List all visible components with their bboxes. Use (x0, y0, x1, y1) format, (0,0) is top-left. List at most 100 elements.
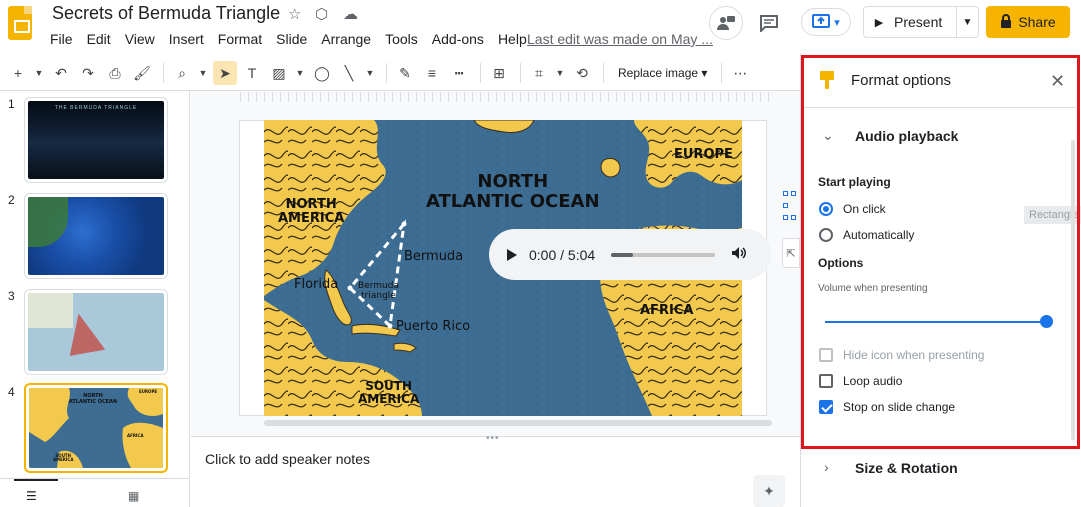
border-dash-icon[interactable]: ┅ (447, 61, 471, 85)
present-to-meeting-button[interactable]: ▾ (801, 8, 851, 36)
new-slide-icon[interactable]: + (6, 61, 30, 85)
cloud-status-icon[interactable]: ☁ (343, 5, 358, 23)
menu-file[interactable]: File (50, 31, 73, 47)
menu-slide[interactable]: Slide (276, 31, 307, 47)
thumb-image (28, 293, 164, 371)
grid-view-icon[interactable]: ▦ (128, 489, 139, 503)
slides-logo-icon[interactable] (8, 6, 32, 40)
slide-thumbnail-1[interactable]: THE BERMUDA TRIANGLE (24, 97, 168, 183)
chevron-right-icon[interactable]: › (824, 459, 829, 475)
line-icon[interactable]: ╲ (337, 61, 361, 85)
size-rotation-section[interactable]: Size & Rotation (855, 460, 958, 476)
print-icon[interactable]: ⎙ (103, 61, 127, 85)
zoom-dropdown-icon[interactable]: ▼ (197, 61, 209, 85)
shape-icon[interactable]: ◯ (310, 61, 334, 85)
add-comment-icon[interactable]: ⊞ (487, 61, 511, 85)
chevron-down-icon: ▾ (834, 16, 840, 29)
slide-thumbnail-2[interactable] (24, 193, 168, 279)
select-cursor-icon[interactable]: ➤ (213, 61, 237, 85)
label-africa: AFRICA (640, 303, 694, 318)
new-slide-dropdown-icon[interactable]: ▼ (33, 61, 45, 85)
label-south-america: SOUTH AMERICA (358, 379, 420, 407)
upload-icon (812, 13, 831, 31)
resize-handle[interactable] (791, 191, 796, 196)
replace-image-button[interactable]: Replace image ▾ (618, 66, 707, 80)
speaker-notes[interactable]: Click to add speaker notes (205, 451, 370, 467)
more-options-icon[interactable]: ⋯ (728, 61, 752, 85)
last-edit-link[interactable]: Last edit was made on May ... (527, 31, 713, 47)
thumb-label-south-america: SOUTH AMERICA (53, 453, 74, 463)
star-icon[interactable]: ☆ (288, 5, 301, 23)
crop-icon[interactable]: ⌗ (527, 61, 551, 85)
share-label: Share (1018, 14, 1056, 30)
filmstrip-view-icon[interactable]: ☰ (26, 489, 37, 503)
label-europe: EUROPE (674, 147, 733, 162)
selection-handles[interactable] (783, 191, 799, 223)
resize-handle[interactable] (783, 203, 788, 208)
open-in-new-icon[interactable]: ⇱ (782, 238, 800, 268)
insert-image-icon[interactable]: ▨ (267, 61, 291, 85)
highlight-box (801, 55, 1080, 449)
present-dropdown-icon[interactable]: ▼ (956, 7, 978, 37)
document-title[interactable]: Secrets of Bermuda Triangle (52, 3, 280, 24)
filmstrip-view-bar: ☰ ▦ (0, 478, 190, 507)
meet-icon[interactable] (709, 6, 743, 40)
resize-handle[interactable] (783, 191, 788, 196)
present-icon: ▶ (874, 16, 884, 29)
crop-dropdown-icon[interactable]: ▼ (554, 61, 566, 85)
toolbar-divider (480, 63, 481, 83)
resize-handle[interactable] (783, 215, 788, 220)
border-weight-icon[interactable]: ≡ (420, 61, 444, 85)
menu-edit[interactable]: Edit (87, 31, 111, 47)
lock-icon (1000, 13, 1012, 31)
image-dropdown-icon[interactable]: ▼ (294, 61, 306, 85)
present-button[interactable]: ▶ Present ▼ (863, 6, 979, 38)
audio-progress-bar[interactable] (611, 252, 716, 257)
share-button[interactable]: Share (986, 6, 1070, 38)
grid-view-indicator (14, 479, 58, 481)
slide-number: 1 (8, 97, 15, 111)
audio-player[interactable]: 0:00 / 5:04 (489, 229, 771, 280)
menu-insert[interactable]: Insert (169, 31, 204, 47)
menu-format[interactable]: Format (218, 31, 262, 47)
slide-number: 4 (8, 385, 15, 399)
undo-icon[interactable]: ↶ (49, 61, 73, 85)
text-box-icon[interactable]: T (240, 61, 264, 85)
play-icon[interactable] (507, 248, 517, 261)
slide-thumbnail-3[interactable] (24, 289, 168, 375)
border-color-icon[interactable]: ✎ (393, 61, 417, 85)
toolbar-divider (603, 63, 604, 83)
label-north-atlantic-ocean: NORTH ATLANTIC OCEAN (426, 171, 600, 212)
paint-format-icon[interactable]: 🖌 (130, 61, 154, 85)
resize-handle[interactable] (791, 215, 796, 220)
drag-handle-icon[interactable]: ••• (486, 433, 500, 444)
menu-tools[interactable]: Tools (385, 31, 418, 47)
present-label: Present (894, 14, 943, 30)
thumb-caption: THE BERMUDA TRIANGLE (54, 105, 138, 111)
menu-help[interactable]: Help (498, 31, 527, 47)
toolbar: + ▼ ↶ ↷ ⎙ 🖌 ⌕ ▼ ➤ T ▨ ▼ ◯ ╲ ▼ ✎ ≡ ┅ ⊞ ⌗ … (0, 57, 800, 89)
thumb-label-africa: AFRICA (127, 433, 144, 438)
audio-time: 0:00 / 5:04 (529, 246, 596, 263)
horizontal-scrollbar[interactable] (264, 420, 772, 426)
label-florida: Florida (294, 277, 339, 292)
thumb-image (28, 197, 164, 275)
toolbar-divider (386, 63, 387, 83)
horizontal-ruler (240, 92, 770, 102)
volume-icon[interactable] (731, 246, 747, 264)
thumb-image: THE BERMUDA TRIANGLE (28, 101, 164, 179)
slide-thumbnail-4[interactable]: NORTH ATLANTIC OCEAN EUROPE AFRICA SOUTH… (24, 383, 168, 473)
zoom-icon[interactable]: ⌕ (170, 61, 194, 85)
comments-icon[interactable] (756, 10, 782, 36)
menu-view[interactable]: View (125, 31, 155, 47)
thumb-label-ocean: NORTH ATLANTIC OCEAN (68, 393, 118, 405)
toolbar-divider (721, 63, 723, 83)
menu-arrange[interactable]: Arrange (321, 31, 371, 47)
redo-icon[interactable]: ↷ (76, 61, 100, 85)
explore-icon[interactable]: ✦ (753, 475, 785, 507)
line-dropdown-icon[interactable]: ▼ (364, 61, 376, 85)
menu-addons[interactable]: Add-ons (432, 31, 484, 47)
reset-image-icon[interactable]: ⟲ (570, 61, 594, 85)
label-bermuda-triangle: Bermuda triangle (358, 281, 399, 301)
move-to-folder-icon[interactable]: ⬡ (315, 5, 328, 23)
